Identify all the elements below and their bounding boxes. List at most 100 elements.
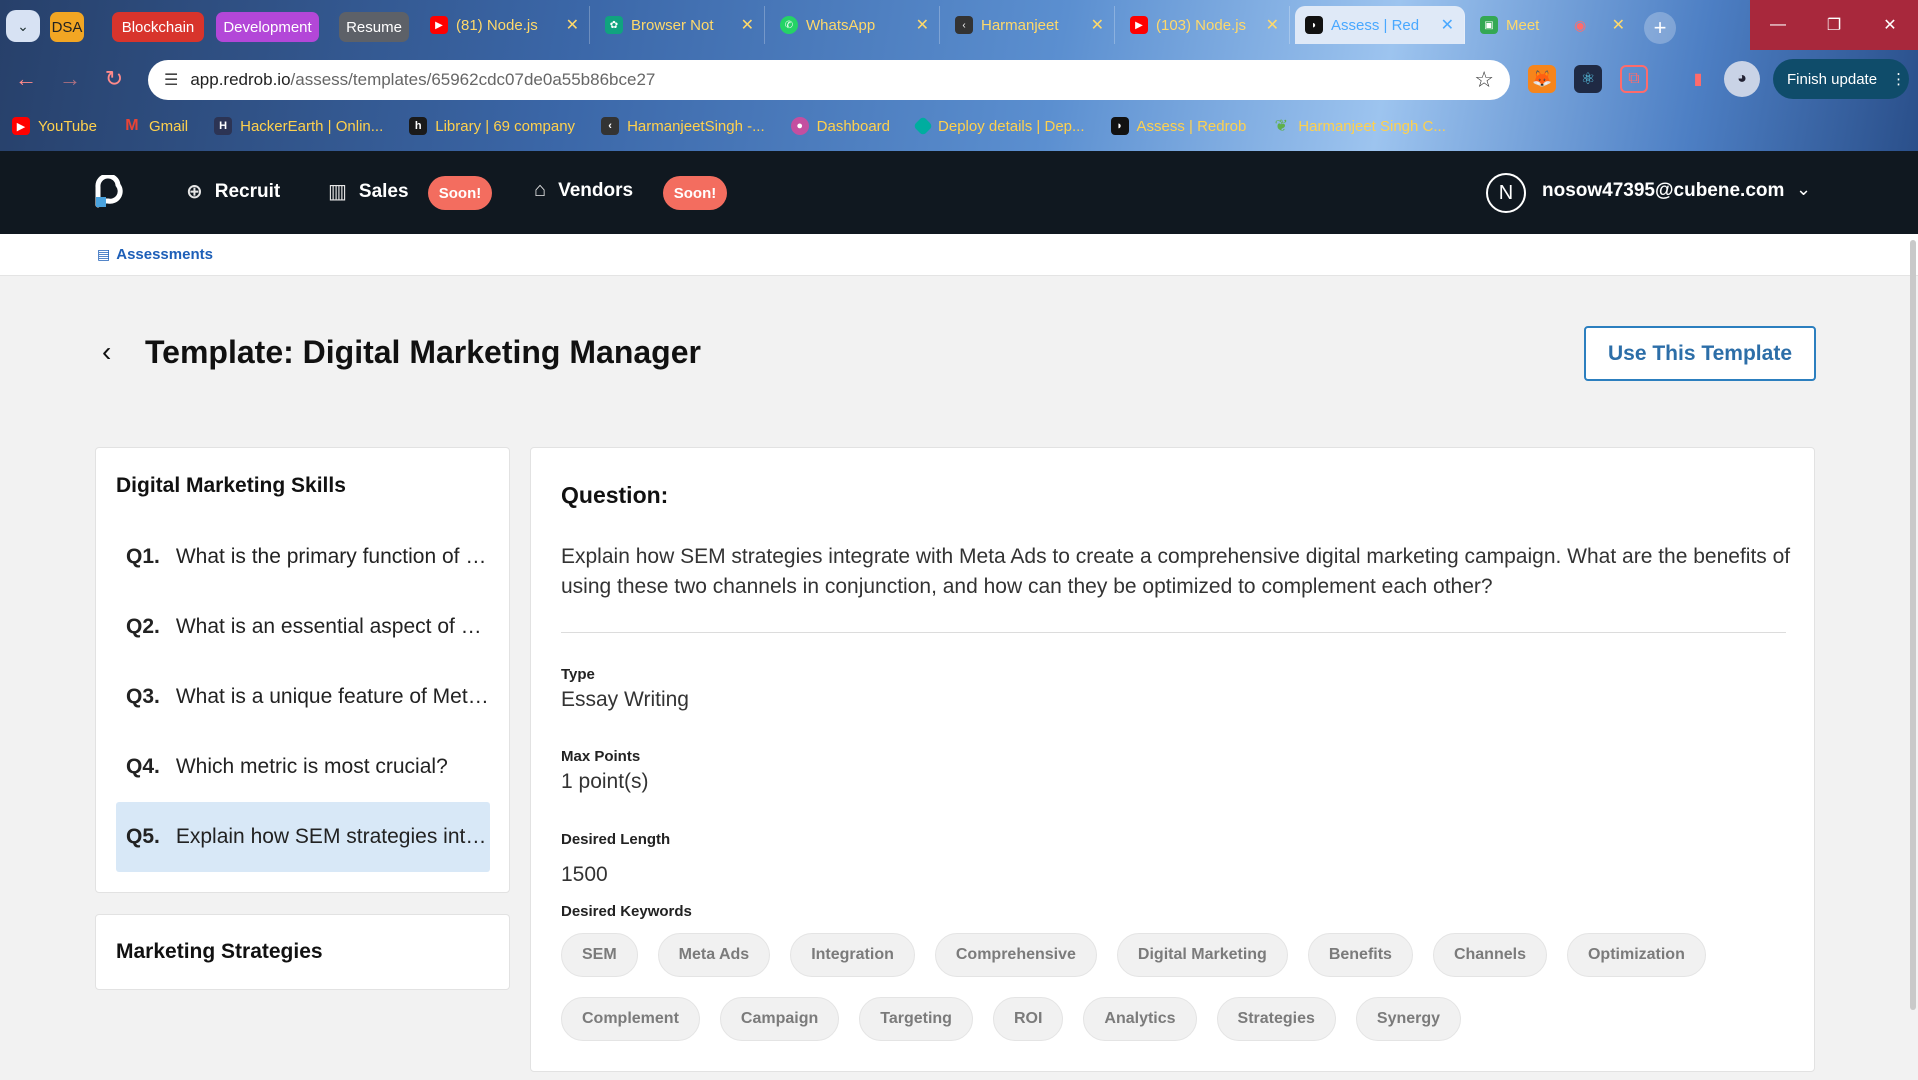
bookmark-label: HackerEarth | Onlin... bbox=[240, 117, 384, 135]
close-tab-icon[interactable]: ✕ bbox=[916, 15, 929, 35]
nav-recruit-label: Recruit bbox=[214, 180, 281, 202]
user-email[interactable]: nosow47395@cubene.com bbox=[1542, 180, 1784, 202]
browser-toolbar: ← → ↻ ☰ app.redrob.io/assess/templates/6… bbox=[0, 55, 1918, 103]
site-info-icon[interactable]: ☰ bbox=[164, 70, 178, 90]
question-list-item-selected[interactable]: Q5. Explain how SEM strategies integrate… bbox=[116, 802, 490, 872]
bookmark-item[interactable]: Deploy details | Dep... bbox=[913, 116, 1085, 136]
nav-vendors[interactable]: ⌂ Vendors bbox=[534, 179, 633, 202]
keyword-chip: ROI bbox=[992, 997, 1064, 1041]
back-chevron-icon[interactable]: ‹ bbox=[102, 336, 111, 368]
close-tab-icon[interactable]: ✕ bbox=[741, 15, 754, 35]
bookmark-item[interactable]: ‹ HarmanjeetSingh -... bbox=[601, 117, 765, 135]
tab-group-dsa[interactable]: DSA bbox=[50, 12, 84, 42]
bookmarks-bar: ▶ YouTube M Gmail H HackerEarth | Onlin... … bbox=[0, 110, 1918, 142]
forward-button[interactable]: → bbox=[54, 63, 86, 95]
tab-group-resume[interactable]: Resume bbox=[339, 12, 409, 42]
question-list-item[interactable]: Q2. What is an essential aspect of Meta … bbox=[116, 592, 490, 662]
use-template-button[interactable]: Use This Template bbox=[1584, 326, 1816, 381]
nav-sales[interactable]: ▥ Sales bbox=[328, 179, 409, 204]
close-tab-icon[interactable]: ✕ bbox=[566, 15, 579, 35]
breadcrumb[interactable]: ▤ Assessments bbox=[97, 246, 213, 263]
soon-badge: Soon! bbox=[428, 176, 492, 210]
reload-icon: ↻ bbox=[104, 66, 124, 91]
close-tab-icon[interactable]: ✕ bbox=[1091, 15, 1104, 35]
tab-title: (103) Node.js bbox=[1156, 16, 1247, 34]
close-tab-icon[interactable]: ✕ bbox=[1441, 15, 1454, 35]
close-tab-icon[interactable]: ✕ bbox=[1612, 15, 1625, 35]
extensions-puzzle-icon[interactable]: ⧉ bbox=[1620, 65, 1648, 93]
tab-group-blockchain[interactable]: Blockchain bbox=[112, 12, 204, 42]
tab-search-button[interactable]: ⌄ bbox=[6, 10, 40, 42]
chevron-down-icon: ⌄ bbox=[17, 17, 29, 34]
browser-tab[interactable]: ▶ (103) Node.js ✕ bbox=[1120, 6, 1290, 44]
minimize-button[interactable]: — bbox=[1750, 0, 1806, 50]
close-tab-icon[interactable]: ✕ bbox=[1266, 15, 1279, 35]
tab-title: Assess | Red bbox=[1331, 16, 1420, 34]
user-avatar[interactable]: N bbox=[1486, 173, 1526, 213]
back-button[interactable]: ← bbox=[10, 63, 42, 95]
browser-tab[interactable]: ▣ Meet ◉ ✕ bbox=[1470, 6, 1635, 44]
side-panel-icon[interactable]: ▮ bbox=[1684, 65, 1712, 93]
browser-tab[interactable]: ‹ Harmanjeet ✕ bbox=[945, 6, 1115, 44]
profile-avatar-icon[interactable]: ◕ bbox=[1724, 61, 1760, 97]
divider bbox=[561, 632, 1786, 633]
tab-title: (81) Node.js bbox=[456, 16, 538, 34]
keyword-chip: Optimization bbox=[1566, 933, 1706, 977]
browser-tab[interactable]: ✿ Browser Not ✕ bbox=[595, 6, 765, 44]
nav-sales-label: Sales bbox=[358, 180, 409, 202]
browser-tab[interactable]: ▶ (81) Node.js ✕ bbox=[420, 6, 590, 44]
browser-tab[interactable]: ✆ WhatsApp ✕ bbox=[770, 6, 940, 44]
bookmark-label: Deploy details | Dep... bbox=[938, 117, 1085, 135]
metamask-extension-icon[interactable]: 🦊 bbox=[1528, 65, 1556, 93]
reload-button[interactable]: ↻ bbox=[98, 63, 130, 95]
redrob-logo[interactable] bbox=[94, 175, 126, 209]
bookmark-item[interactable]: ▶ YouTube bbox=[12, 117, 97, 135]
tab-group-development[interactable]: Development bbox=[216, 12, 319, 42]
bookmark-item[interactable]: h Library | 69 company bbox=[409, 117, 575, 135]
restore-button[interactable]: ❐ bbox=[1806, 0, 1862, 50]
max-points-label: Max Points bbox=[561, 748, 641, 765]
question-list-item[interactable]: Q3. What is a unique feature of Meta Ads… bbox=[116, 662, 490, 732]
url-text: app.redrob.io/assess/templates/65962cdc0… bbox=[190, 70, 656, 89]
finish-update-button[interactable]: Finish update ⋮ bbox=[1773, 59, 1909, 99]
bookmark-star-icon[interactable]: ☆ bbox=[1474, 67, 1494, 93]
keyword-chip: Strategies bbox=[1216, 997, 1336, 1041]
bookmark-label: Library | 69 company bbox=[435, 117, 576, 135]
address-bar[interactable]: ☰ app.redrob.io/assess/templates/65962cd… bbox=[148, 60, 1510, 100]
bookmark-label: HarmanjeetSingh -... bbox=[627, 117, 765, 135]
breadcrumb-bar: ▤ Assessments bbox=[0, 234, 1918, 276]
question-preview: What is a unique feature of Meta Ads? bbox=[175, 685, 490, 708]
question-preview: What is an essential aspect of Meta Ads? bbox=[175, 615, 490, 638]
crosshair-icon: ⊕ bbox=[186, 181, 203, 203]
question-text: Explain how SEM strategies integrate wit… bbox=[561, 545, 1791, 598]
bookmark-item[interactable]: M Gmail bbox=[123, 117, 188, 135]
section-title: Marketing Strategies bbox=[116, 940, 323, 963]
hackerearth-icon: H bbox=[214, 117, 233, 135]
nav-recruit[interactable]: ⊕ Recruit bbox=[186, 179, 280, 204]
youtube-icon: ▶ bbox=[12, 117, 30, 135]
question-list-item[interactable]: Q1. What is the primary function of SEM? bbox=[116, 522, 490, 592]
browser-tab-active[interactable]: ◗ Assess | Red ✕ bbox=[1295, 6, 1465, 44]
section-title: Digital Marketing Skills bbox=[116, 474, 346, 497]
section-panel[interactable]: Marketing Strategies bbox=[95, 914, 510, 990]
link-icon: ‹ bbox=[955, 16, 973, 34]
keyword-chip: Meta Ads bbox=[657, 933, 771, 977]
more-vertical-icon: ⋮ bbox=[1891, 71, 1907, 88]
bookmark-item[interactable]: ● Dashboard bbox=[790, 117, 890, 135]
youtube-icon: ▶ bbox=[1130, 16, 1148, 34]
bookmark-item[interactable]: ❦ Harmanjeet Singh C... bbox=[1272, 117, 1446, 136]
tab-title: Meet bbox=[1506, 16, 1540, 34]
page-scrollbar[interactable] bbox=[1910, 240, 1916, 1010]
close-window-button[interactable]: ✕ bbox=[1862, 0, 1918, 50]
question-list-item[interactable]: Q4. Which metric is most crucial? bbox=[116, 732, 490, 802]
react-devtools-extension-icon[interactable]: ⚛ bbox=[1574, 65, 1602, 93]
chevron-down-icon[interactable]: ⌄ bbox=[1796, 179, 1811, 200]
gmail-icon: M bbox=[125, 117, 139, 134]
store-icon: ⌂ bbox=[534, 179, 547, 201]
max-points-value: 1 point(s) bbox=[561, 770, 649, 793]
soon-badge: Soon! bbox=[663, 176, 727, 210]
bookmark-label: YouTube bbox=[38, 117, 97, 135]
bookmark-item[interactable]: ◗ Assess | Redrob bbox=[1110, 117, 1246, 135]
new-tab-button[interactable]: + bbox=[1644, 12, 1676, 44]
bookmark-item[interactable]: H HackerEarth | Onlin... bbox=[214, 117, 383, 135]
